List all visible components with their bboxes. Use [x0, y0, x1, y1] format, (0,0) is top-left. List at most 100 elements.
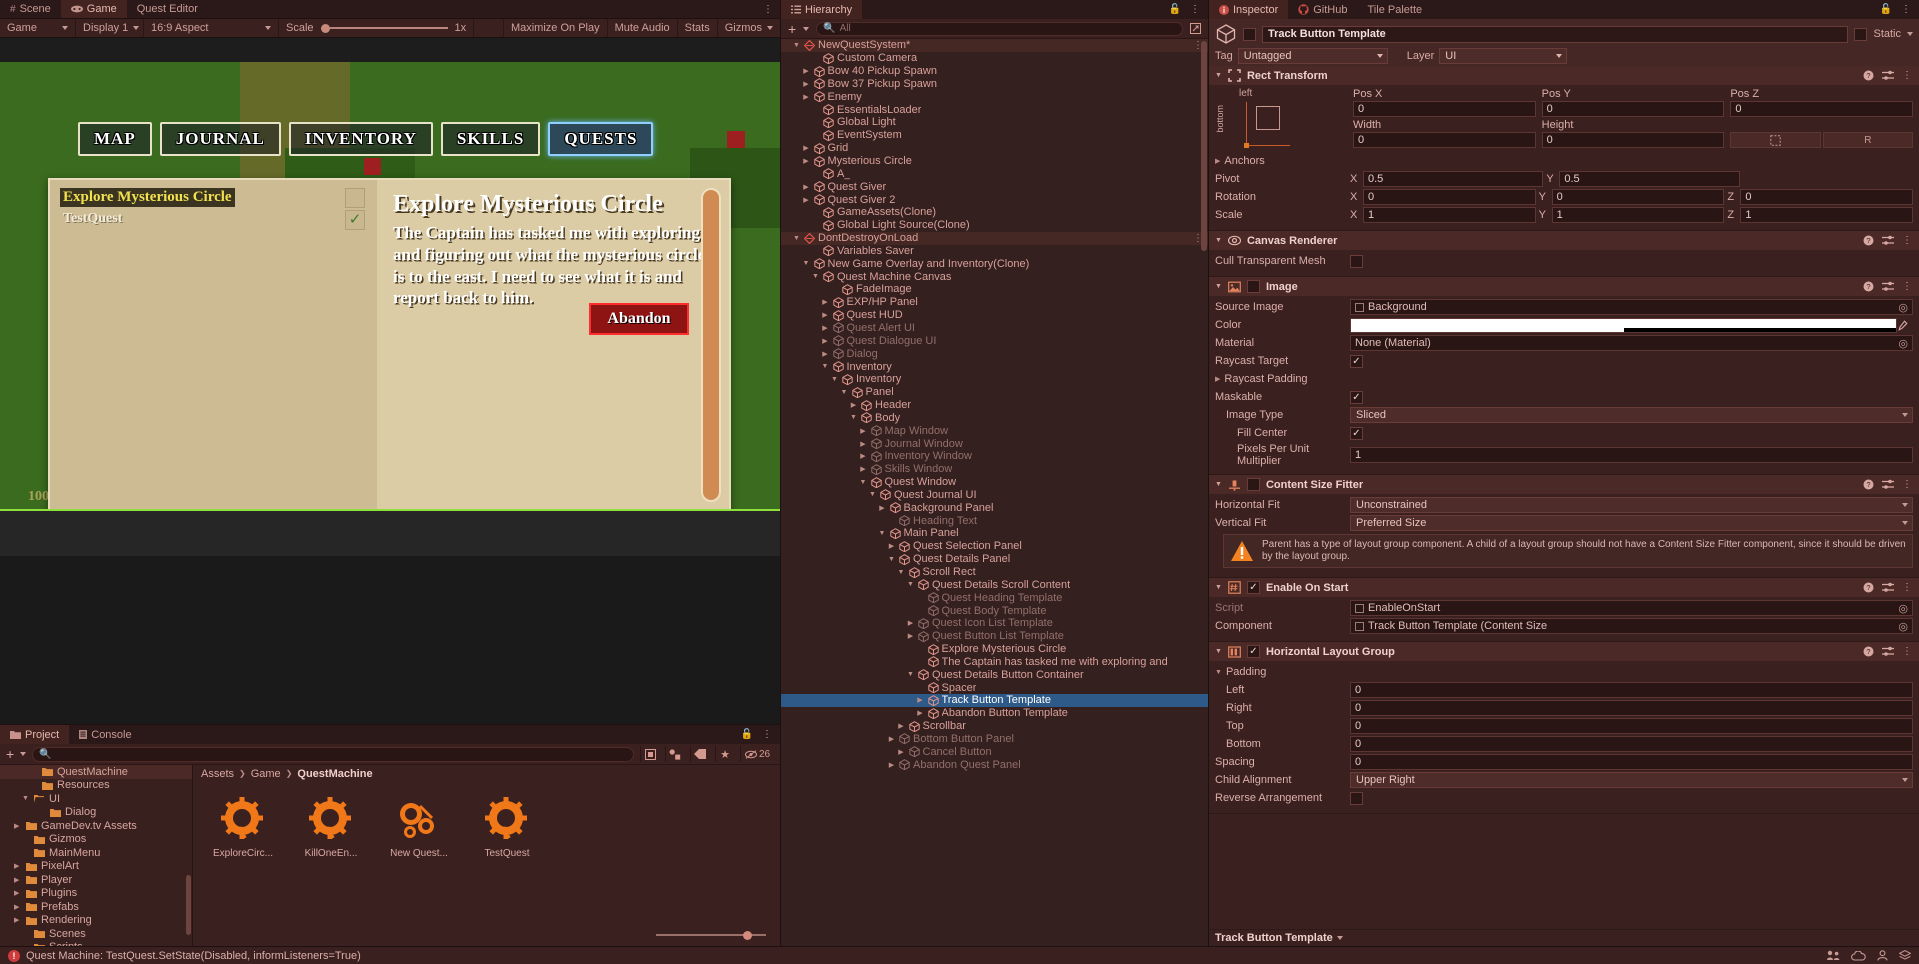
hierarchy-row[interactable]: ▼ Panel [781, 386, 1208, 399]
chevron-right-icon[interactable]: ▶ [878, 504, 887, 512]
hierarchy-row[interactable]: GameAssets(Clone) [781, 206, 1208, 219]
chevron-down-icon[interactable]: ▼ [821, 363, 830, 370]
asset-item[interactable]: New Quest... [387, 796, 451, 859]
help-icon[interactable]: ? [1863, 70, 1874, 81]
raycast-padding-row[interactable]: ▶ Raycast Padding [1215, 371, 1913, 387]
hierarchy-row[interactable]: ▶ Scrollbar [781, 720, 1208, 733]
tab-quest-editor[interactable]: Quest Editor [127, 0, 208, 18]
project-tree-row[interactable]: Dialog [0, 806, 192, 820]
chevron-down-icon[interactable]: ▼ [830, 376, 839, 383]
asset-item[interactable]: ExploreCirc... [211, 796, 275, 859]
tab-game[interactable]: Game [60, 0, 127, 18]
chevron-right-icon[interactable]: ▶ [802, 93, 811, 101]
hierarchy-row[interactable]: ▶ Quest Button List Template [781, 630, 1208, 643]
hierarchy-row[interactable]: ▶ Quest HUD [781, 309, 1208, 322]
chevron-right-icon[interactable]: ▶ [887, 542, 896, 550]
chevron-down-icon[interactable] [1336, 936, 1343, 940]
project-more-icon[interactable]: ⋮ [762, 729, 773, 740]
breadcrumb-game[interactable]: Game [251, 768, 281, 780]
maskable-checkbox[interactable] [1350, 390, 1363, 404]
chevron-right-icon[interactable]: ▶ [859, 465, 868, 473]
static-dropdown-icon[interactable] [1907, 32, 1913, 36]
hierarchy-row[interactable]: ▼ Main Panel [781, 527, 1208, 540]
anchors-row[interactable]: ▶ Anchors [1215, 153, 1913, 169]
quest-checkbox-1[interactable] [345, 188, 365, 208]
scale-slider-group[interactable]: Scale 1x [279, 19, 475, 37]
hierarchy-row[interactable]: ▶ Background Panel [781, 501, 1208, 514]
chevron-right-icon[interactable]: ▶ [802, 67, 811, 75]
canvas-renderer-header[interactable]: ▼ Canvas Renderer ? ⋮ [1209, 231, 1919, 250]
tab-scene[interactable]: # Scene [0, 0, 61, 18]
chevron-down-icon[interactable]: ▼ [840, 389, 849, 396]
hierarchy-row[interactable]: Explore Mysterious Circle [781, 643, 1208, 656]
help-icon[interactable]: ? [1863, 235, 1874, 246]
hierarchy-row[interactable]: ▼ Quest Window [781, 476, 1208, 489]
rot-z-field[interactable]: 0 [1740, 189, 1914, 205]
lock-icon[interactable]: 🔓 [1880, 4, 1892, 15]
hierarchy-row[interactable]: ▼ Inventory [781, 373, 1208, 386]
enable-on-start-header[interactable]: ▼ Enable On Start ? ⋮ [1209, 578, 1919, 598]
fill-center-checkbox[interactable] [1350, 426, 1363, 440]
chevron-right-icon[interactable]: ▶ [802, 157, 811, 165]
abandon-button[interactable]: Abandon [589, 303, 689, 335]
tab-tile-palette[interactable]: Tile Palette [1358, 0, 1433, 19]
hierarchy-row[interactable]: ▶ Inventory Window [781, 450, 1208, 463]
hierarchy-row[interactable]: ▼ Quest Details Scroll Content [781, 578, 1208, 591]
hierarchy-row[interactable]: ▶ Abandon Quest Panel [781, 758, 1208, 771]
chevron-right-icon[interactable]: ▶ [802, 183, 811, 191]
hierarchy-row[interactable]: ▼ Quest Details Panel [781, 553, 1208, 566]
chevron-down-icon[interactable]: ▼ [1215, 237, 1222, 244]
cloud-icon[interactable] [1851, 950, 1866, 961]
slider-knob-icon[interactable] [320, 23, 330, 33]
source-image-field[interactable]: Background ◎ [1350, 299, 1913, 315]
chevron-right-icon[interactable]: ▶ [821, 324, 830, 332]
chevron-right-icon[interactable]: ▶ [14, 889, 22, 897]
hierarchy-row[interactable]: ▶ Quest Alert UI [781, 322, 1208, 335]
child-alignment-dropdown[interactable]: Upper Right [1350, 772, 1913, 789]
hierarchy-search-input[interactable]: 🔍 All [816, 21, 1183, 36]
hierarchy-more-icon[interactable]: ⋮ [1190, 4, 1201, 15]
hierarchy-row[interactable]: Quest Body Template [781, 604, 1208, 617]
chevron-down-icon[interactable] [803, 26, 810, 31]
chevron-right-icon[interactable]: ▶ [906, 632, 915, 640]
tag-dropdown[interactable]: Untagged [1237, 48, 1388, 64]
account-icon[interactable] [1877, 950, 1888, 961]
raycast-checkbox[interactable] [1350, 354, 1363, 368]
hierarchy-row[interactable]: ▶ Bow 37 Pickup Spawn [781, 78, 1208, 91]
error-icon[interactable]: ! [8, 949, 20, 962]
rot-x-field[interactable]: 0 [1363, 189, 1536, 205]
component-menu-icon[interactable]: ⋮ [1902, 479, 1913, 490]
scale-z-field[interactable]: 1 [1740, 207, 1914, 223]
maximize-on-play-button[interactable]: Maximize On Play [504, 19, 608, 37]
chevron-right-icon[interactable]: ▶ [821, 337, 830, 345]
hierarchy-row[interactable]: Global Light Source(Clone) [781, 219, 1208, 232]
eyedropper-icon[interactable] [1897, 319, 1913, 331]
chevron-down-icon[interactable]: ▼ [906, 671, 915, 678]
chevron-down-icon[interactable]: ▼ [811, 273, 820, 280]
preset-icon[interactable] [1882, 479, 1894, 490]
gizmos-button[interactable]: Gizmos [718, 19, 780, 37]
posz-field[interactable]: 0 [1730, 101, 1914, 117]
project-tree-row[interactable]: Scripts [0, 941, 192, 946]
aspect-dropdown[interactable]: 16:9 Aspect [144, 19, 279, 37]
hierarchy-row[interactable]: ▼ DontDestroyOnLoad ⋮ [781, 231, 1208, 245]
gameobject-name-field[interactable]: Track Button Template [1262, 25, 1849, 43]
hierarchy-row[interactable]: ▶ Mysterious Circle [781, 155, 1208, 168]
project-tree-row[interactable]: ▼ UI [0, 792, 192, 806]
hierarchy-row[interactable]: ▶ Bottom Button Panel [781, 733, 1208, 746]
chevron-down-icon[interactable]: ▼ [1215, 648, 1222, 655]
chevron-right-icon[interactable]: ▶ [849, 401, 858, 409]
object-picker-icon[interactable]: ◎ [1898, 620, 1908, 633]
content-size-fitter-header[interactable]: ▼ Content Size Fitter ? ⋮ [1209, 475, 1919, 494]
quest-checkbox-2[interactable]: ✓ [345, 210, 365, 230]
anchor-preset-area[interactable]: left bottom [1215, 88, 1347, 148]
collab-icon[interactable] [1827, 950, 1840, 961]
preset-icon[interactable] [1882, 235, 1894, 246]
tab-project[interactable]: Project [0, 725, 70, 744]
hierarchy-row[interactable]: ▶ Skills Window [781, 463, 1208, 476]
stats-button[interactable]: Stats [678, 19, 718, 37]
project-tree-row-selected[interactable]: QuestMachine [0, 765, 192, 779]
tab-console[interactable]: Console [69, 725, 141, 744]
tab-github[interactable]: GitHub [1288, 0, 1357, 19]
chevron-right-icon[interactable]: ▶ [887, 735, 896, 743]
